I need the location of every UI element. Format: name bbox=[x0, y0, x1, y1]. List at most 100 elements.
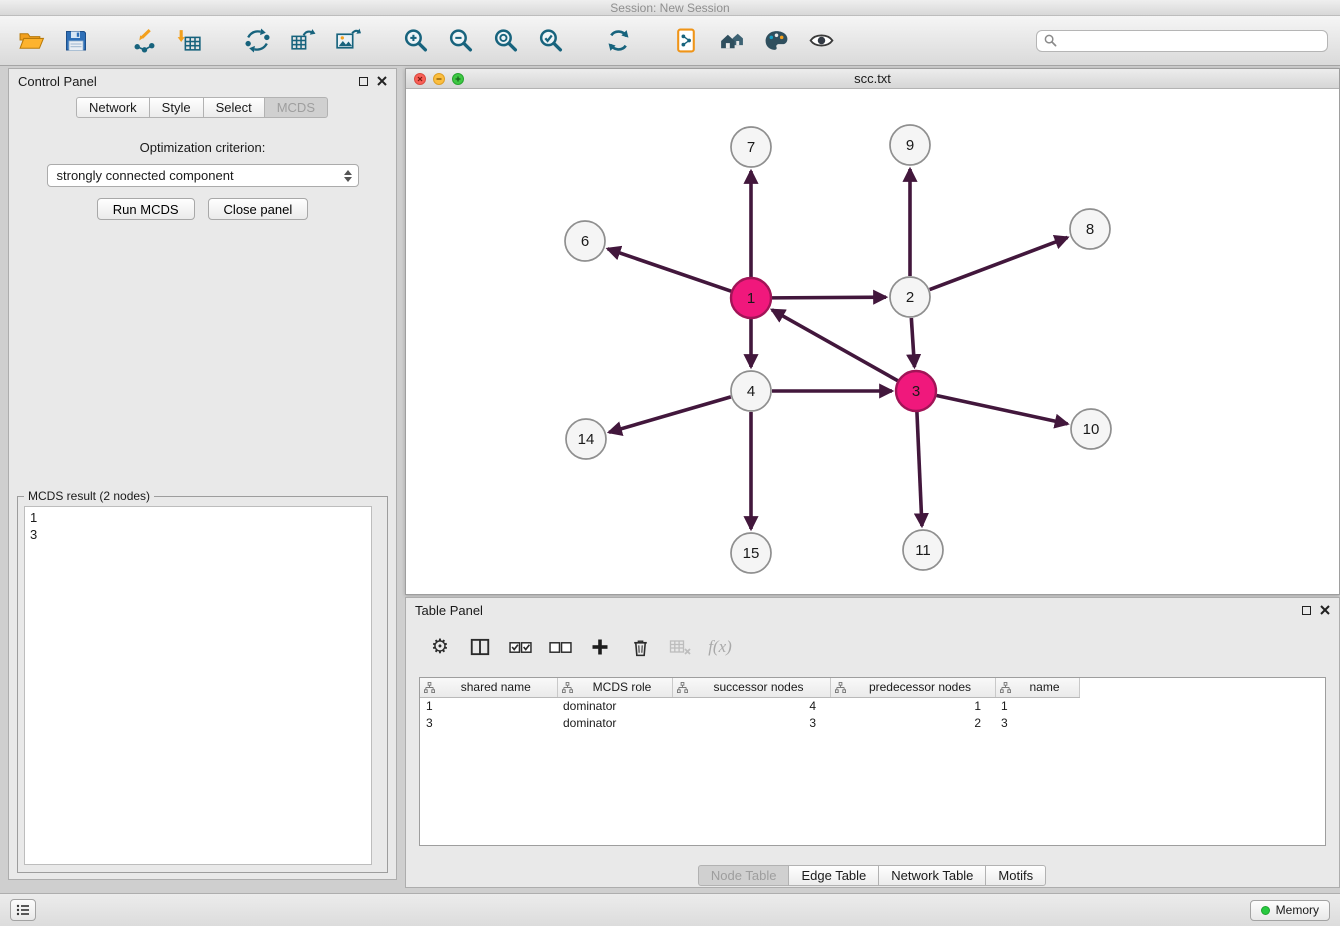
zoom-fit-button[interactable] bbox=[486, 21, 524, 61]
graph-node-3[interactable]: 3 bbox=[896, 371, 936, 411]
export-table-button[interactable] bbox=[283, 21, 321, 61]
close-panel-action-button[interactable]: Close panel bbox=[208, 198, 309, 220]
import-table-button[interactable] bbox=[170, 21, 208, 61]
show-hide-button[interactable] bbox=[802, 21, 840, 61]
image-export-icon bbox=[334, 27, 361, 54]
edge-3-11[interactable] bbox=[917, 412, 922, 526]
cell-shared-name[interactable]: 3 bbox=[420, 714, 557, 731]
edge-3-10[interactable] bbox=[937, 395, 1068, 423]
cell-predecessor-nodes[interactable]: 2 bbox=[830, 714, 995, 731]
edge-4-14[interactable] bbox=[609, 397, 731, 432]
select-all-button[interactable] bbox=[508, 632, 532, 662]
search-field[interactable] bbox=[1036, 30, 1328, 52]
run-mcds-button[interactable]: Run MCDS bbox=[97, 198, 195, 220]
column-header-shared-name[interactable]: shared name bbox=[420, 678, 557, 697]
optimization-select[interactable]: strongly connected component bbox=[47, 164, 359, 187]
function-builder-button[interactable]: f(x) bbox=[708, 632, 732, 662]
open-session-button[interactable] bbox=[12, 21, 50, 61]
edge-3-1[interactable] bbox=[772, 310, 898, 381]
tab-style[interactable]: Style bbox=[149, 97, 204, 118]
control-panel-tabbar: Network Style Select MCDS bbox=[9, 97, 396, 118]
graph-node-2[interactable]: 2 bbox=[890, 277, 930, 317]
maximize-window-button[interactable] bbox=[452, 73, 464, 85]
style-painter-button[interactable] bbox=[757, 21, 795, 61]
save-session-button[interactable] bbox=[57, 21, 95, 61]
graph-node-10[interactable]: 10 bbox=[1071, 409, 1111, 449]
memory-button[interactable]: Memory bbox=[1250, 900, 1330, 921]
node-table-area: shared name MCDS role successor nodes pr… bbox=[419, 677, 1326, 846]
graph-node-15[interactable]: 15 bbox=[731, 533, 771, 573]
column-header-predecessor-nodes[interactable]: predecessor nodes bbox=[830, 678, 995, 697]
delete-table-icon bbox=[669, 637, 691, 657]
apply-layout-button[interactable] bbox=[599, 21, 637, 61]
cell-predecessor-nodes[interactable]: 1 bbox=[830, 697, 995, 714]
tab-network[interactable]: Network bbox=[76, 97, 150, 118]
column-header-successor-nodes[interactable]: successor nodes bbox=[672, 678, 830, 697]
cell-successor-nodes[interactable]: 4 bbox=[672, 697, 830, 714]
cell-name[interactable]: 3 bbox=[995, 714, 1079, 731]
cell-shared-name[interactable]: 1 bbox=[420, 697, 557, 714]
graph-node-11[interactable]: 11 bbox=[903, 530, 943, 570]
import-network-button[interactable] bbox=[125, 21, 163, 61]
cell-name[interactable]: 1 bbox=[995, 697, 1079, 714]
edge-1-2[interactable] bbox=[772, 297, 886, 298]
delete-column-button[interactable] bbox=[628, 632, 652, 662]
first-neighbors-button[interactable] bbox=[712, 21, 750, 61]
tab-select[interactable]: Select bbox=[203, 97, 265, 118]
control-panel: Control Panel Network Style Select MCDS … bbox=[8, 68, 397, 880]
edge-1-6[interactable] bbox=[608, 249, 731, 291]
network-view-window: scc.txt 7 9 6 8 1 2 4 3 14 10 15 11 bbox=[405, 68, 1340, 595]
tab-mcds[interactable]: MCDS bbox=[264, 97, 328, 118]
cell-successor-nodes[interactable]: 3 bbox=[672, 714, 830, 731]
tab-network-table[interactable]: Network Table bbox=[878, 865, 986, 886]
cell-mcds-role[interactable]: dominator bbox=[557, 697, 672, 714]
unchecked-boxes-icon bbox=[549, 639, 572, 656]
delete-table-button[interactable] bbox=[668, 632, 692, 662]
add-column-button[interactable] bbox=[588, 632, 612, 662]
column-type-icon bbox=[835, 682, 846, 693]
zoom-selected-button[interactable] bbox=[531, 21, 569, 61]
tab-edge-table[interactable]: Edge Table bbox=[788, 865, 879, 886]
new-network-from-selection-button[interactable] bbox=[238, 21, 276, 61]
table-options-button[interactable]: ⚙ bbox=[428, 632, 452, 662]
plus-icon bbox=[590, 637, 610, 657]
function-icon: f(x) bbox=[708, 637, 732, 657]
mcds-result-box: MCDS result (2 nodes) 1 3 bbox=[17, 496, 388, 873]
tab-node-table[interactable]: Node Table bbox=[698, 865, 790, 886]
mcds-result-text[interactable]: 1 3 bbox=[24, 506, 372, 865]
network-from-clipboard-button[interactable] bbox=[667, 21, 705, 61]
edge-2-3[interactable] bbox=[911, 318, 914, 367]
graph-node-6[interactable]: 6 bbox=[565, 221, 605, 261]
maximize-window-icon bbox=[455, 76, 461, 82]
edge-2-8[interactable] bbox=[930, 237, 1068, 289]
network-window-title: scc.txt bbox=[406, 71, 1339, 86]
cell-mcds-role[interactable]: dominator bbox=[557, 714, 672, 731]
close-panel-button[interactable] bbox=[377, 76, 387, 86]
task-history-button[interactable] bbox=[10, 899, 36, 921]
graph-node-1[interactable]: 1 bbox=[731, 278, 771, 318]
zoom-out-button[interactable] bbox=[441, 21, 479, 61]
network-canvas[interactable]: 7 9 6 8 1 2 4 3 14 10 15 11 bbox=[406, 89, 1339, 594]
zoom-in-button[interactable] bbox=[396, 21, 434, 61]
float-panel-button[interactable] bbox=[359, 77, 368, 86]
graph-node-14[interactable]: 14 bbox=[566, 419, 606, 459]
graph-node-8[interactable]: 8 bbox=[1070, 209, 1110, 249]
table-row[interactable]: 3 dominator 3 2 3 bbox=[420, 714, 1079, 731]
search-input[interactable] bbox=[1062, 34, 1320, 48]
column-header-mcds-role[interactable]: MCDS role bbox=[557, 678, 672, 697]
graph-node-7[interactable]: 7 bbox=[731, 127, 771, 167]
column-header-name[interactable]: name bbox=[995, 678, 1079, 697]
table-row[interactable]: 1 dominator 4 1 1 bbox=[420, 697, 1079, 714]
graph-node-4[interactable]: 4 bbox=[731, 371, 771, 411]
graph-node-9[interactable]: 9 bbox=[890, 125, 930, 165]
minimize-window-button[interactable] bbox=[433, 73, 445, 85]
export-image-button[interactable] bbox=[328, 21, 366, 61]
float-table-panel-button[interactable] bbox=[1302, 606, 1311, 615]
tab-motifs[interactable]: Motifs bbox=[985, 865, 1046, 886]
close-table-panel-button[interactable] bbox=[1320, 605, 1330, 615]
close-window-button[interactable] bbox=[414, 73, 426, 85]
node-label: 6 bbox=[581, 233, 589, 250]
window-titlebar: Session: New Session bbox=[0, 0, 1340, 16]
toggle-columns-button[interactable] bbox=[468, 632, 492, 662]
deselect-all-button[interactable] bbox=[548, 632, 572, 662]
